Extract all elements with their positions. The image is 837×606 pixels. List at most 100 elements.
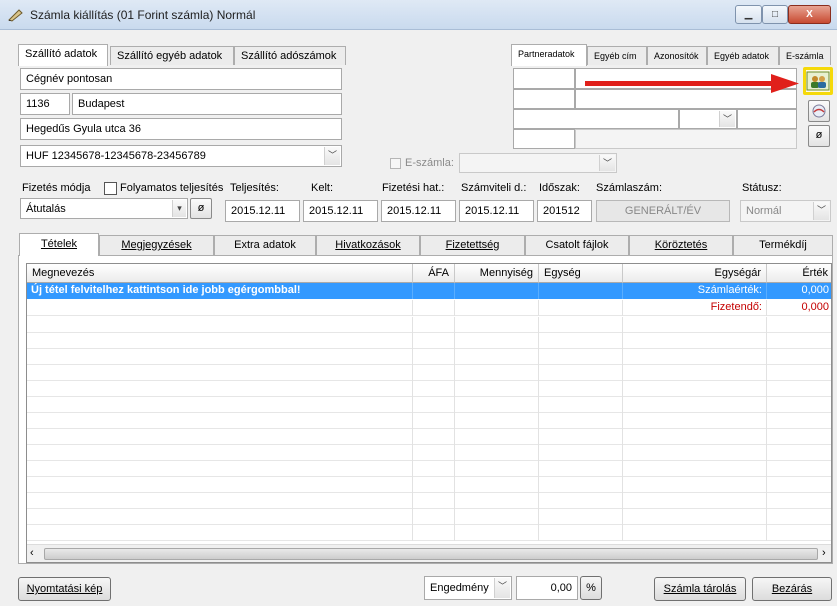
items-grid[interactable]: Megnevezés ÁFA Mennyiség Egység Egységár… (26, 263, 832, 563)
chevron-down-icon[interactable]: ▾ (172, 200, 186, 217)
tab-items-label: Tételek (40, 238, 78, 250)
period-field[interactable]: 201512 (537, 200, 592, 222)
invoice-number-field: GENERÁLT/ÉV (596, 200, 730, 222)
tab-partner-other-data[interactable]: Egyéb adatok (707, 46, 779, 66)
partner-clear-button[interactable]: ø (808, 125, 830, 147)
tab-supplier-data[interactable]: Szállító adatok (18, 44, 108, 66)
scroll-right-icon[interactable]: › (822, 547, 826, 559)
fulfillment-date-field[interactable]: 2015.12.11 (225, 200, 300, 222)
table-cell (413, 461, 455, 477)
tab-items[interactable]: Tételek (19, 233, 99, 256)
table-cell (413, 493, 455, 509)
tab-supplier-other[interactable]: Szállító egyéb adatok (110, 46, 234, 66)
supplier-street-field[interactable]: Hegedűs Gyula utca 36 (20, 118, 342, 140)
due-date-field[interactable]: 2015.12.11 (381, 200, 456, 222)
partner-house-number-field[interactable] (737, 109, 797, 129)
close-window-button[interactable]: X (788, 5, 831, 24)
discount-value-field[interactable]: 0,00 (516, 576, 578, 600)
chevron-down-icon[interactable]: ﹀ (494, 578, 510, 598)
table-cell (539, 349, 623, 365)
tab-partner-other-address[interactable]: Egyéb cím (587, 46, 647, 66)
column-header-name[interactable]: Megnevezés (27, 264, 413, 283)
tab-circulation[interactable]: Köröztetés (629, 235, 733, 255)
close-button[interactable]: Bezárás (752, 577, 832, 601)
new-item-hint[interactable]: Új tétel felvitelhez kattintson ide jobb… (27, 283, 413, 299)
supplier-zip-field[interactable]: 1136 (20, 93, 70, 115)
tab-partner-data[interactable]: Partneradatok (511, 44, 587, 66)
tab-payment-status[interactable]: Fizetettség (420, 235, 525, 255)
table-cell (27, 445, 413, 461)
discount-select[interactable]: Engedmény ﹀ (424, 576, 512, 600)
chevron-down-icon[interactable]: ﹀ (719, 111, 735, 127)
tab-partner-identifiers[interactable]: Azonosítók (647, 46, 707, 66)
minimize-button[interactable]: ▁ (735, 5, 762, 24)
supplier-city-field[interactable]: Budapest (72, 93, 342, 115)
horizontal-scrollbar[interactable]: ‹ › (27, 544, 831, 562)
column-header-quantity[interactable]: Mennyiség (455, 264, 539, 283)
e-invoice-select: ﹀ (459, 153, 617, 173)
payment-method-select[interactable]: Átutalás ▾ (20, 198, 188, 219)
tab-product-fee[interactable]: Termékdíj (733, 235, 833, 255)
red-arrow-annotation (585, 74, 799, 93)
table-cell (27, 381, 413, 397)
table-cell (767, 365, 831, 381)
table-row: Fizetendő: 0,000 (27, 300, 831, 316)
scrollbar-thumb[interactable] (44, 548, 818, 560)
status-value: Normál (746, 205, 782, 217)
table-row (27, 509, 831, 525)
table-cell (539, 429, 623, 445)
table-cell (539, 493, 623, 509)
table-cell (413, 381, 455, 397)
column-header-value[interactable]: Érték (767, 264, 831, 283)
partner-account-field (575, 129, 797, 149)
tab-partner-einvoice[interactable]: E-számla (779, 46, 831, 66)
maximize-button[interactable]: □ (762, 5, 788, 24)
column-header-unit[interactable]: Egység (539, 264, 623, 283)
table-cell (27, 365, 413, 381)
continuous-fulfillment-checkbox[interactable] (104, 182, 117, 195)
supplier-account-select[interactable]: HUF 12345678-12345678-23456789 ﹀ (20, 145, 342, 167)
table-cell (413, 445, 455, 461)
e-invoice-checkbox[interactable] (390, 158, 401, 169)
table-row[interactable]: Új tétel felvitelhez kattintson ide jobb… (27, 283, 831, 299)
tab-supplier-taxnumbers[interactable]: Szállító adószámok (234, 46, 346, 66)
save-invoice-button[interactable]: Számla tárolás (654, 577, 746, 601)
partner-street-type-select[interactable]: ﹀ (679, 109, 737, 129)
table-row (27, 333, 831, 349)
partner-extra-code-field[interactable] (513, 129, 575, 149)
accounting-date-field[interactable]: 2015.12.11 (459, 200, 534, 222)
table-cell (413, 317, 455, 333)
partner-zip-field[interactable] (513, 89, 575, 109)
print-preview-button[interactable]: Nyomtatási kép (18, 577, 111, 601)
tab-attachments[interactable]: Csatolt fájlok (525, 235, 629, 255)
table-cell (767, 381, 831, 397)
table-cell (767, 397, 831, 413)
table-cell (623, 461, 767, 477)
tab-attachments-label: Csatolt fájlok (545, 239, 609, 251)
table-cell (539, 413, 623, 429)
column-header-unit-price[interactable]: Egységár (623, 264, 767, 283)
table-cell (27, 477, 413, 493)
partner-history-button[interactable] (808, 100, 830, 122)
tab-references[interactable]: Hivatkozások (316, 235, 420, 255)
payment-clear-button[interactable]: ø (190, 198, 212, 219)
issue-date-field[interactable]: 2015.12.11 (303, 200, 378, 222)
column-header-vat[interactable]: ÁFA (413, 264, 455, 283)
chevron-down-icon[interactable]: ﹀ (324, 147, 340, 165)
table-cell (27, 525, 413, 541)
continuous-fulfillment-label: Folyamatos teljesítés (120, 182, 224, 194)
globe-icon (812, 104, 826, 118)
table-cell (413, 477, 455, 493)
percent-button[interactable]: % (580, 576, 602, 600)
partner-lookup-button[interactable] (803, 67, 833, 95)
supplier-company-field[interactable]: Cégnév pontosan (20, 68, 342, 90)
status-select: Normál ﹀ (740, 200, 831, 222)
partner-street-field[interactable] (513, 109, 679, 129)
tab-notes[interactable]: Megjegyzések (99, 235, 214, 255)
scroll-left-icon[interactable]: ‹ (30, 547, 34, 559)
pen-icon (8, 9, 23, 22)
tab-extra-data[interactable]: Extra adatok (214, 235, 316, 255)
table-cell (539, 397, 623, 413)
table-cell (413, 283, 455, 299)
partner-code-field[interactable] (513, 68, 575, 89)
